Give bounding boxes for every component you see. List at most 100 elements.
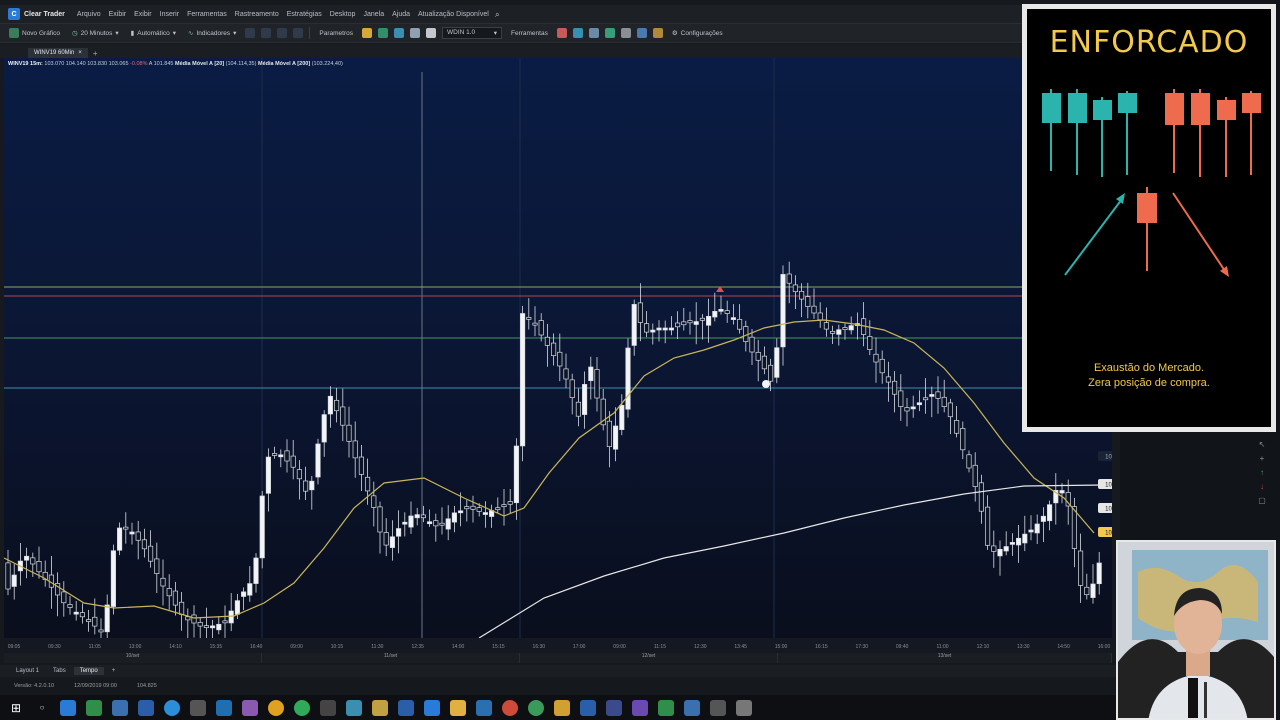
- windows-start-icon[interactable]: ⊞: [8, 700, 24, 716]
- app-taskbar-icon[interactable]: [580, 699, 596, 716]
- app-taskbar-icon[interactable]: [138, 699, 154, 716]
- settings-button[interactable]: ⚙ Configurações: [669, 29, 726, 38]
- tabs-tab[interactable]: Tabs: [47, 667, 72, 675]
- indicators-button[interactable]: ∿ Indicadores ▾: [185, 29, 239, 38]
- line-tool-icon[interactable]: [377, 28, 388, 38]
- layout-tabs: Layout 1 Tabs Tempo +: [0, 665, 1120, 677]
- channel-tool-icon[interactable]: [393, 28, 404, 38]
- app-taskbar-icon[interactable]: [112, 699, 128, 716]
- buy-arrow-icon[interactable]: ↑: [1260, 468, 1264, 477]
- magnet-tool-icon[interactable]: [652, 28, 663, 38]
- menu-item-atualizacao[interactable]: Atualização Disponível: [414, 11, 493, 18]
- new-chart-button[interactable]: Novo Gráfico: [6, 28, 63, 38]
- app-taskbar-icon[interactable]: [502, 699, 518, 716]
- eraser-icon[interactable]: ▢: [1258, 496, 1266, 505]
- lock-tool-icon[interactable]: [620, 28, 631, 38]
- app-taskbar-icon[interactable]: [424, 699, 440, 716]
- legend-ma20: Média Móvel A [20]: [175, 61, 225, 67]
- candle-body: [985, 506, 991, 546]
- search-icon[interactable]: ○: [34, 700, 50, 716]
- menu-item-ajuda[interactable]: Ajuda: [388, 11, 414, 18]
- menu-item-exibir[interactable]: Exibir: [105, 11, 131, 18]
- crosshair-icon[interactable]: +: [1260, 454, 1265, 463]
- app-taskbar-icon[interactable]: [476, 699, 492, 716]
- folder-taskbar-icon[interactable]: [372, 699, 388, 716]
- candle-body: [737, 319, 743, 330]
- mode-button[interactable]: ▮ Automático ▾: [128, 29, 179, 38]
- candle-body: [513, 445, 519, 504]
- cursor-icon[interactable]: ↖: [1259, 440, 1266, 449]
- chart-canvas[interactable]: 104.250 104.105 103.980 103.860 09:05 09:30 1…: [3, 58, 1134, 653]
- panel-line-2: Zera posição de compra.: [1088, 377, 1210, 389]
- menu-item-estrategias[interactable]: Estratégias: [283, 11, 326, 18]
- menu-item-ferramentas[interactable]: Ferramentas: [183, 11, 231, 18]
- datetime-text: 12/09/2019 09:00: [74, 683, 117, 689]
- tools-label: Ferramentas: [510, 29, 548, 37]
- candle-body: [910, 406, 916, 410]
- app-taskbar-icon[interactable]: [450, 699, 466, 716]
- browser-taskbar-icon[interactable]: [164, 699, 180, 716]
- alert-tool-icon[interactable]: [556, 28, 567, 38]
- export-tool-icon[interactable]: [636, 28, 647, 38]
- app-taskbar-icon[interactable]: [606, 699, 622, 716]
- price-status: 104.825: [136, 683, 157, 689]
- measure-tool-icon[interactable]: [572, 28, 583, 38]
- candle-body: [761, 355, 767, 370]
- version-text: Versão: 4.2.0.10: [14, 683, 55, 689]
- fibonacci-tool-icon[interactable]: [409, 28, 420, 38]
- menu-item-janela[interactable]: Janela: [359, 11, 388, 18]
- candle-body: [123, 526, 129, 530]
- chevron-down-icon: ▾: [233, 30, 237, 37]
- app-taskbar-icon[interactable]: [346, 699, 362, 716]
- draw-tool-icon[interactable]: [361, 28, 372, 38]
- crosshair-tool-icon[interactable]: [588, 28, 599, 38]
- zoom-out-icon[interactable]: [261, 28, 272, 38]
- time-tab[interactable]: Tempo: [73, 667, 104, 675]
- chrome-taskbar-icon[interactable]: [528, 699, 544, 716]
- layout-tab[interactable]: Layout 1: [10, 667, 45, 675]
- chart-tab[interactable]: WINV19 60Min ×: [28, 48, 88, 58]
- app-taskbar-icon[interactable]: [294, 699, 310, 716]
- bearish-candle-group: [1165, 89, 1261, 177]
- candle-body: [383, 532, 389, 546]
- price-chart[interactable]: 104.250 104.105 103.980 103.860 09:05 09:30 1…: [3, 58, 1134, 653]
- symbol-select[interactable]: WDIN 1.0 ▾: [441, 27, 502, 39]
- menu-item-desktop[interactable]: Desktop: [326, 11, 360, 18]
- text-tool-icon[interactable]: [425, 28, 436, 38]
- close-icon[interactable]: ×: [78, 50, 82, 56]
- sell-arrow-icon[interactable]: ↓: [1260, 482, 1264, 491]
- app-taskbar-icon[interactable]: [658, 699, 674, 716]
- app-taskbar-icon[interactable]: [736, 699, 752, 716]
- add-layout-button[interactable]: +: [106, 667, 122, 675]
- grid-icon[interactable]: [293, 28, 304, 38]
- app-taskbar-icon[interactable]: [632, 699, 648, 716]
- menu-item-rastreamento[interactable]: Rastreamento: [231, 11, 283, 18]
- app-taskbar-icon[interactable]: [710, 699, 726, 716]
- candle-body: [551, 342, 557, 357]
- search-icon[interactable]: ⌕: [495, 9, 500, 20]
- app-taskbar-icon[interactable]: [86, 699, 102, 716]
- zoom-in-icon[interactable]: [245, 28, 256, 38]
- menu-item-exibir-2[interactable]: Exibir: [130, 11, 156, 18]
- app-taskbar-icon[interactable]: [242, 699, 258, 716]
- app-taskbar-icon[interactable]: [268, 699, 284, 716]
- candle-body: [1009, 542, 1015, 545]
- timeframe-button[interactable]: ◷ 20 Minutos ▾: [69, 29, 122, 38]
- menu-item-inserir[interactable]: Inserir: [156, 11, 183, 18]
- camera-tool-icon[interactable]: [604, 28, 615, 38]
- time-tick-label: 14:00: [452, 644, 465, 650]
- app-taskbar-icon[interactable]: [320, 699, 336, 716]
- candle-body: [867, 336, 873, 350]
- app-taskbar-icon[interactable]: [398, 699, 414, 716]
- app-taskbar-icon[interactable]: [684, 699, 700, 716]
- app-taskbar-icon[interactable]: [190, 699, 206, 716]
- candle-body: [848, 325, 854, 331]
- menu-item-arquivo[interactable]: Arquivo: [73, 11, 105, 18]
- menu-bar: C Clear Trader Arquivo Exibir Exibir Ins…: [0, 5, 1120, 23]
- clear-taskbar-icon[interactable]: [60, 699, 76, 716]
- app-taskbar-icon[interactable]: [554, 699, 570, 716]
- candle-body: [780, 274, 786, 348]
- add-tab-button[interactable]: +: [88, 49, 103, 58]
- pan-icon[interactable]: [277, 28, 288, 38]
- app-taskbar-icon[interactable]: [216, 699, 232, 716]
